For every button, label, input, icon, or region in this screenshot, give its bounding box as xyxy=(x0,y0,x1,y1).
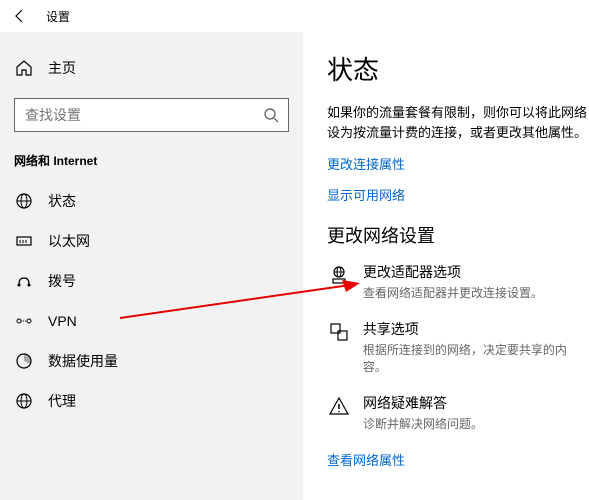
window-title: 设置 xyxy=(46,8,70,25)
home-icon xyxy=(14,59,34,77)
option-subtitle: 根据所连接到的网络，决定要共享的内容。 xyxy=(363,341,589,375)
nav-list: 状态 以太网 拨号 VPN 数据使用量 代理 xyxy=(0,181,303,421)
main-layout: 主页 网络和 Internet 状态 以太网 拨号 xyxy=(0,32,589,500)
option-sharing[interactable]: 共享选项 根据所连接到的网络，决定要共享的内容。 xyxy=(327,319,589,375)
option-title: 网络疑难解答 xyxy=(363,393,483,413)
home-label: 主页 xyxy=(48,58,76,78)
option-subtitle: 查看网络适配器并更改连接设置。 xyxy=(363,284,543,301)
home-nav[interactable]: 主页 xyxy=(0,48,303,88)
option-title: 共享选项 xyxy=(363,319,589,339)
sidebar-item-proxy[interactable]: 代理 xyxy=(0,381,303,421)
adapter-icon xyxy=(327,262,351,301)
titlebar: 设置 xyxy=(0,0,589,32)
sidebar-item-label: 拨号 xyxy=(48,271,76,291)
search-input[interactable] xyxy=(15,107,254,123)
category-heading: 网络和 Internet xyxy=(0,138,303,175)
vpn-icon xyxy=(14,312,34,330)
content-pane: 状态 如果你的流量套餐有限制，则你可以将此网络设为按流量计费的连接，或者更改其他… xyxy=(303,32,589,500)
search-icon[interactable] xyxy=(254,107,288,123)
sidebar: 主页 网络和 Internet 状态 以太网 拨号 xyxy=(0,32,303,500)
sidebar-item-data-usage[interactable]: 数据使用量 xyxy=(0,341,303,381)
option-troubleshoot[interactable]: 网络疑难解答 诊断并解决网络问题。 xyxy=(327,393,589,432)
section-heading: 更改网络设置 xyxy=(327,222,589,248)
sidebar-item-label: VPN xyxy=(48,313,77,329)
sidebar-item-label: 状态 xyxy=(48,191,76,211)
option-subtitle: 诊断并解决网络问题。 xyxy=(363,415,483,432)
page-title: 状态 xyxy=(327,50,589,87)
sidebar-item-label: 数据使用量 xyxy=(48,351,118,371)
sidebar-item-ethernet[interactable]: 以太网 xyxy=(0,221,303,261)
change-connection-link[interactable]: 更改连接属性 xyxy=(327,154,589,173)
option-title: 更改适配器选项 xyxy=(363,262,543,282)
search-box[interactable] xyxy=(14,98,289,132)
globe-icon xyxy=(14,192,34,210)
sidebar-item-dialup[interactable]: 拨号 xyxy=(0,261,303,301)
back-button[interactable] xyxy=(10,6,30,26)
sidebar-item-status[interactable]: 状态 xyxy=(0,181,303,221)
option-adapter[interactable]: 更改适配器选项 查看网络适配器并更改连接设置。 xyxy=(327,262,589,301)
network-properties-link[interactable]: 查看网络属性 xyxy=(327,450,589,469)
sidebar-item-label: 以太网 xyxy=(48,231,90,251)
sharing-icon xyxy=(327,319,351,375)
sidebar-item-vpn[interactable]: VPN xyxy=(0,301,303,341)
dialup-icon xyxy=(14,272,34,290)
data-usage-icon xyxy=(14,352,34,370)
troubleshoot-icon xyxy=(327,393,351,432)
ethernet-icon xyxy=(14,232,34,250)
sidebar-item-label: 代理 xyxy=(48,391,76,411)
status-description: 如果你的流量套餐有限制，则你可以将此网络设为按流量计费的连接，或者更改其他属性。 xyxy=(327,103,589,142)
proxy-icon xyxy=(14,392,34,410)
search-container xyxy=(0,88,303,138)
show-networks-link[interactable]: 显示可用网络 xyxy=(327,185,589,204)
